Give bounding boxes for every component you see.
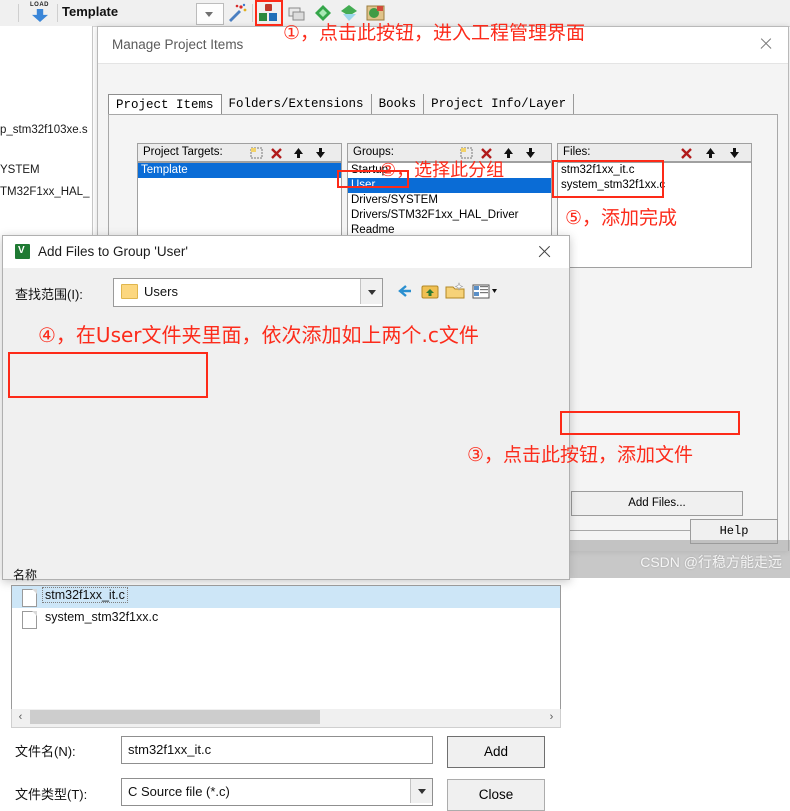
- up-one-level-icon[interactable]: [419, 280, 441, 302]
- back-icon[interactable]: [395, 280, 417, 302]
- files-label: Files:: [563, 146, 591, 158]
- folder-icon: [121, 284, 138, 299]
- target-options-wand-icon[interactable]: [226, 3, 248, 23]
- close-icon[interactable]: [744, 27, 788, 61]
- tab-books[interactable]: Books: [371, 94, 425, 115]
- look-in-value: Users: [144, 284, 178, 299]
- file-name: stm32f1xx_it.c: [42, 587, 128, 603]
- ide-tree-item-2: TM32F1xx_HAL_: [0, 186, 90, 198]
- load-icon-label: LOAD: [30, 2, 49, 8]
- delete-file-icon[interactable]: [678, 145, 695, 161]
- file-icon: [22, 589, 37, 607]
- close-button[interactable]: Close: [447, 779, 545, 811]
- annotation-text-3: ③，点击此按钮，添加文件: [467, 444, 694, 466]
- tab-project-items[interactable]: Project Items: [108, 94, 222, 115]
- load-arrow-glyph: [32, 9, 48, 22]
- list-item[interactable]: Drivers/STM32F1xx_HAL_Driver: [348, 208, 551, 223]
- annotation-text-2: ②，选择此分组: [380, 160, 505, 181]
- filename-label: 文件名(N):: [15, 744, 76, 759]
- move-file-up-icon[interactable]: [702, 145, 719, 161]
- look-in-select[interactable]: Users: [113, 278, 383, 307]
- project-targets-label: Project Targets:: [143, 146, 223, 158]
- target-select[interactable]: [196, 3, 224, 25]
- ide-tree-item-1: YSTEM: [0, 164, 40, 176]
- toolbar-separator-2: [57, 4, 58, 22]
- add-files-dialog: Add Files to Group 'User' 查找范围(I): Users…: [2, 235, 570, 811]
- add-files-button[interactable]: Add Files...: [571, 491, 743, 516]
- target-name-label: Template: [62, 4, 119, 19]
- filename-value: stm32f1xx_it.c: [128, 742, 212, 757]
- add-files-dialog-title: Add Files to Group 'User': [38, 244, 188, 259]
- add-files-titlebar: Add Files to Group 'User': [3, 236, 569, 268]
- filename-input[interactable]: stm32f1xx_it.c: [121, 736, 433, 764]
- list-item[interactable]: stm32f1xx_it.c: [12, 586, 560, 608]
- move-target-up-icon[interactable]: [290, 145, 307, 161]
- tab-project-info-layer[interactable]: Project Info/Layer: [424, 94, 575, 115]
- tab-folders-extensions[interactable]: Folders/Extensions: [221, 94, 372, 115]
- chevron-down-icon[interactable]: [360, 279, 382, 304]
- annotation-box-1: [255, 0, 283, 26]
- filetype-select[interactable]: C Source file (*.c): [121, 778, 433, 806]
- add-button[interactable]: Add: [447, 736, 545, 768]
- filetype-label: 文件类型(T):: [15, 787, 88, 802]
- annotation-text-1: ①，点击此按钮，进入工程管理界面: [283, 22, 586, 44]
- annotation-text-4: ④，在User文件夹里面，依次添加如上两个.c文件: [38, 323, 479, 347]
- file-icon: [22, 611, 37, 629]
- scroll-right-icon[interactable]: ›: [543, 709, 560, 725]
- file-name: system_stm32f1xx.c: [45, 610, 159, 624]
- app-icon: [15, 244, 30, 259]
- list-item[interactable]: Template: [138, 163, 341, 178]
- ide-tree-item-0: p_stm32f103xe.s: [0, 124, 88, 136]
- annotation-box-3: [560, 411, 740, 435]
- toolbar-separator: [18, 4, 19, 22]
- list-item[interactable]: system_stm32f1xx.c: [12, 608, 560, 630]
- load-icon[interactable]: LOAD: [27, 2, 53, 24]
- name-column-label: 名称: [13, 568, 38, 582]
- close-icon[interactable]: [523, 236, 565, 267]
- annotation-text-5: ⑤，添加完成: [565, 207, 678, 229]
- watermark: CSDN @行稳方能走远: [640, 554, 782, 570]
- chevron-down-icon[interactable]: [410, 779, 432, 803]
- delete-target-icon[interactable]: [268, 145, 285, 161]
- new-target-icon[interactable]: [248, 145, 265, 161]
- views-icon[interactable]: [471, 280, 501, 302]
- annotation-box-5: [552, 160, 664, 198]
- move-group-down-icon[interactable]: [522, 145, 539, 161]
- move-target-down-icon[interactable]: [312, 145, 329, 161]
- project-targets-header: Project Targets:: [137, 143, 342, 162]
- look-in-label: 查找范围(I):: [15, 287, 83, 302]
- toolbar-separator-3: [252, 4, 253, 22]
- manage-dialog-title: Manage Project Items: [112, 37, 244, 52]
- horizontal-scrollbar[interactable]: ‹ ›: [11, 709, 561, 728]
- move-file-down-icon[interactable]: [726, 145, 743, 161]
- scroll-left-icon[interactable]: ‹: [12, 709, 29, 725]
- scrollbar-thumb[interactable]: [30, 710, 320, 724]
- list-item[interactable]: Drivers/SYSTEM: [348, 193, 551, 208]
- file-browser-list[interactable]: stm32f1xx_it.c system_stm32f1xx.c: [11, 585, 561, 711]
- filetype-value: C Source file (*.c): [128, 784, 230, 799]
- new-folder-icon[interactable]: [444, 280, 466, 302]
- manage-dialog-tabstrip: Project Items Folders/Extensions Books P…: [108, 94, 575, 115]
- annotation-box-4: [8, 352, 208, 398]
